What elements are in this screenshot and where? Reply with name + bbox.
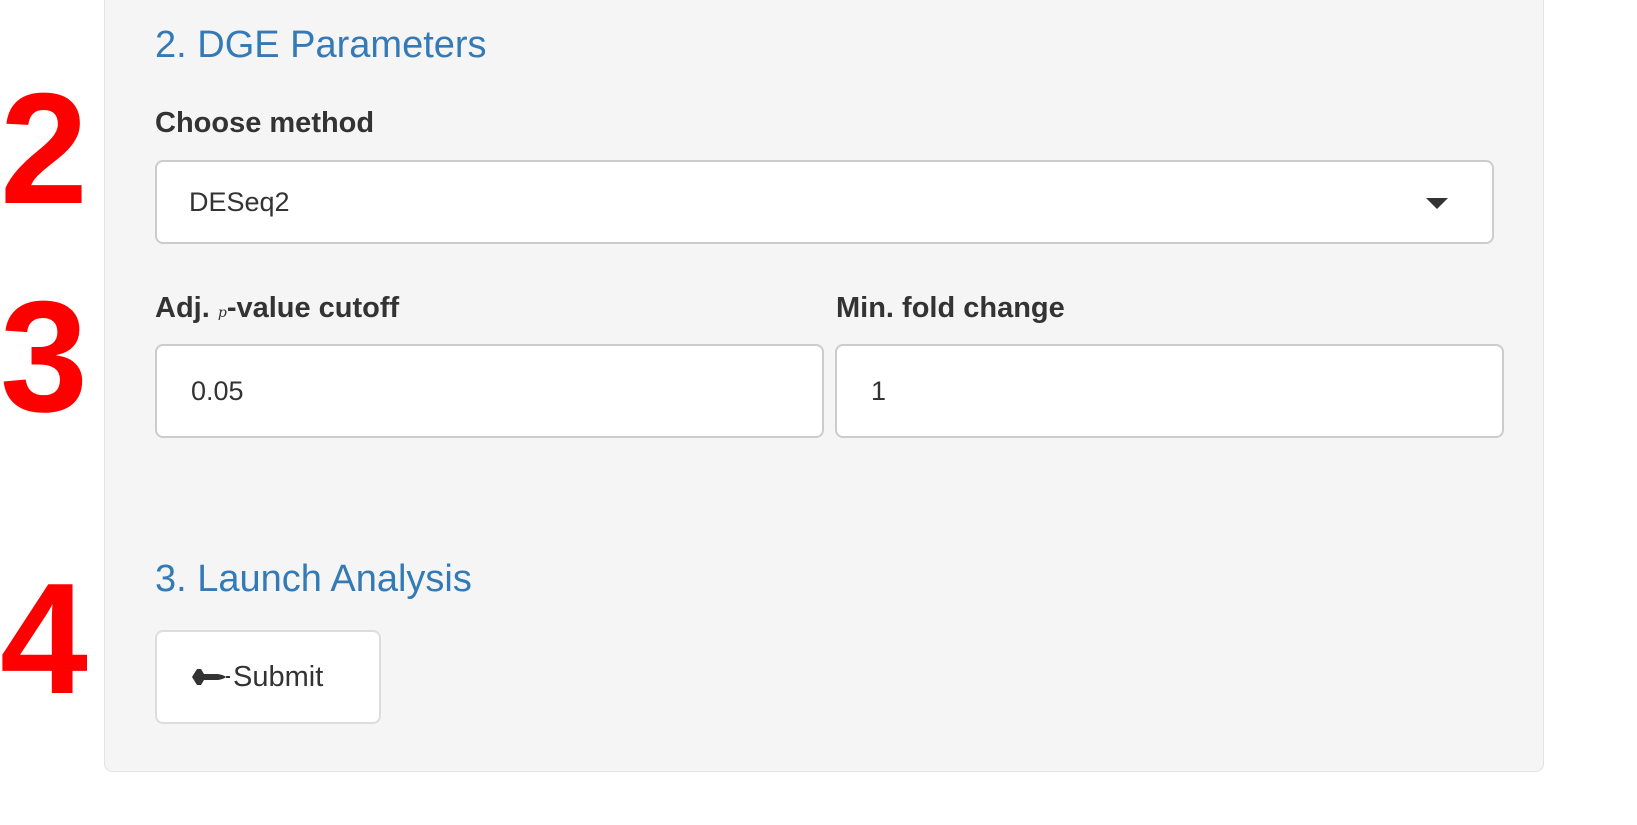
pvalue-label-suffix: -value cutoff bbox=[226, 292, 400, 324]
page: 2 3 4 2. DGE Parameters Choose method DE… bbox=[0, 0, 1637, 825]
method-select[interactable]: DESeq2 bbox=[155, 160, 1494, 244]
choose-method-label: Choose method bbox=[155, 107, 375, 139]
fold-change-input[interactable] bbox=[835, 344, 1504, 438]
caret-down-icon bbox=[1426, 198, 1448, 209]
pvalue-label-prefix: Adj. bbox=[155, 292, 218, 324]
annotation-marker-3: 3 bbox=[0, 269, 88, 445]
pvalue-cutoff-label: Adj. p-value cutoff bbox=[155, 294, 399, 323]
pvalue-cutoff-input[interactable] bbox=[155, 344, 824, 438]
pvalue-label-variable: p bbox=[217, 305, 227, 321]
annotation-marker-2: 2 bbox=[0, 61, 88, 237]
launch-analysis-heading: 3. Launch Analysis bbox=[155, 558, 472, 600]
dge-parameters-heading: 2. DGE Parameters bbox=[155, 24, 487, 66]
submit-button-label: Submit bbox=[233, 660, 324, 693]
space-shuttle-icon bbox=[190, 665, 230, 689]
submit-button[interactable]: Submit bbox=[155, 630, 381, 724]
fold-change-label: Min. fold change bbox=[836, 292, 1065, 324]
annotation-marker-4: 4 bbox=[0, 551, 88, 727]
method-select-value: DESeq2 bbox=[189, 187, 290, 217]
